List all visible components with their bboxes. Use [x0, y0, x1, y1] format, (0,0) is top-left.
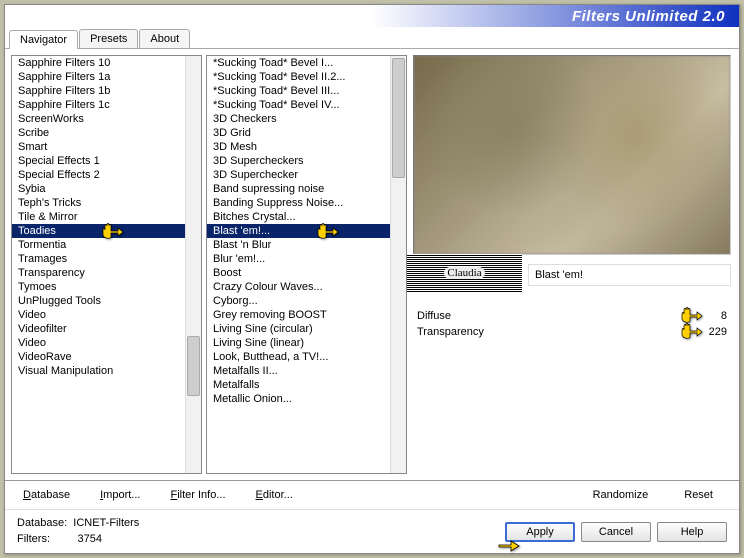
list-item[interactable]: Tymoes [12, 280, 201, 294]
list-item[interactable]: 3D Grid [207, 126, 406, 140]
list-item[interactable]: Crazy Colour Waves... [207, 280, 406, 294]
list-item[interactable]: Bitches Crystal... [207, 210, 406, 224]
list-item[interactable]: Scribe [12, 126, 201, 140]
help-button[interactable]: Help [657, 522, 727, 542]
param-row: Transparency 229 [413, 324, 731, 340]
list-item[interactable]: ScreenWorks [12, 112, 201, 126]
list-item[interactable]: *Sucking Toad* Bevel II.2... [207, 70, 406, 84]
app-title: Filters Unlimited 2.0 [572, 8, 725, 25]
app-window: Filters Unlimited 2.0 NavigatorPresetsAb… [4, 4, 740, 554]
list-item[interactable]: Sapphire Filters 1b [12, 84, 201, 98]
list-item[interactable]: 3D Checkers [207, 112, 406, 126]
list-item[interactable]: Look, Butthead, a TV!... [207, 350, 406, 364]
tabs-row: NavigatorPresetsAbout [5, 27, 739, 49]
list-item[interactable]: Cyborg... [207, 294, 406, 308]
filter-list[interactable]: *Sucking Toad* Bevel I...*Sucking Toad* … [206, 55, 407, 474]
tab-navigator[interactable]: Navigator [9, 30, 78, 49]
preview-column: Blast 'em! Diffuse 8 Transparency 229 [409, 53, 735, 476]
list-item[interactable]: Living Sine (linear) [207, 336, 406, 350]
list-item[interactable]: Sapphire Filters 10 [12, 56, 201, 70]
list-item[interactable]: Living Sine (circular) [207, 322, 406, 336]
list-item[interactable]: Special Effects 1 [12, 154, 201, 168]
list-item[interactable]: *Sucking Toad* Bevel IV... [207, 98, 406, 112]
parameters-panel: Diffuse 8 Transparency 229 [413, 308, 731, 340]
param-value: 229 [697, 326, 727, 338]
param-slider[interactable] [555, 331, 689, 334]
database-button[interactable]: Database [17, 487, 76, 503]
category-list[interactable]: Sapphire Filters 10Sapphire Filters 1aSa… [11, 55, 202, 474]
param-slider[interactable] [555, 315, 689, 318]
param-row: Diffuse 8 [413, 308, 731, 324]
list-item[interactable]: Smart [12, 140, 201, 154]
scrollbar[interactable] [390, 56, 406, 473]
scrollbar[interactable] [185, 56, 201, 473]
randomize-button[interactable]: Randomize [581, 487, 661, 503]
list-item[interactable]: Band supressing noise [207, 182, 406, 196]
title-bar: Filters Unlimited 2.0 [5, 5, 739, 27]
list-item[interactable]: Blast 'em!... [207, 224, 406, 238]
toolbar: Database Import... Filter Info... Editor… [5, 480, 739, 509]
editor-button[interactable]: Editor... [250, 487, 299, 503]
list-item[interactable]: *Sucking Toad* Bevel III... [207, 84, 406, 98]
list-item[interactable]: Special Effects 2 [12, 168, 201, 182]
reset-button[interactable]: Reset [678, 487, 719, 503]
list-item[interactable]: Video [12, 308, 201, 322]
list-item[interactable]: Banding Suppress Noise... [207, 196, 406, 210]
list-item[interactable]: Grey removing BOOST [207, 308, 406, 322]
list-item[interactable]: Transparency [12, 266, 201, 280]
list-item[interactable]: Tramages [12, 252, 201, 266]
watermark-badge [407, 254, 522, 292]
preview-image [413, 55, 731, 255]
list-item[interactable]: Visual Manipulation [12, 364, 201, 378]
list-item[interactable]: Sapphire Filters 1a [12, 70, 201, 84]
list-item[interactable]: Tormentia [12, 238, 201, 252]
list-item[interactable]: Videofilter [12, 322, 201, 336]
list-item[interactable]: *Sucking Toad* Bevel I... [207, 56, 406, 70]
apply-button[interactable]: Apply [505, 522, 575, 542]
param-value: 8 [697, 310, 727, 322]
status-bar: Database: ICNET-Filters Filters: 3754 Ap… [5, 509, 739, 553]
list-item[interactable]: Metalfalls [207, 378, 406, 392]
list-item[interactable]: Sapphire Filters 1c [12, 98, 201, 112]
list-item[interactable]: Metalfalls II... [207, 364, 406, 378]
list-item[interactable]: Teph's Tricks [12, 196, 201, 210]
list-item[interactable]: Boost [207, 266, 406, 280]
tab-presets[interactable]: Presets [79, 29, 138, 48]
param-label: Diffuse [417, 310, 547, 322]
list-item[interactable]: VideoRave [12, 350, 201, 364]
status-info: Database: ICNET-Filters Filters: 3754 [17, 516, 499, 547]
list-item[interactable]: Metallic Onion... [207, 392, 406, 406]
main-area: Sapphire Filters 10Sapphire Filters 1aSa… [5, 49, 739, 480]
filter-info-button[interactable]: Filter Info... [164, 487, 231, 503]
current-filter-name: Blast 'em! [528, 264, 731, 286]
cancel-button[interactable]: Cancel [581, 522, 651, 542]
list-item[interactable]: 3D Supercheckers [207, 154, 406, 168]
param-label: Transparency [417, 326, 547, 338]
list-item[interactable]: 3D Superchecker [207, 168, 406, 182]
category-column: Sapphire Filters 10Sapphire Filters 1aSa… [9, 53, 204, 476]
list-item[interactable]: Blur 'em!... [207, 252, 406, 266]
list-item[interactable]: 3D Mesh [207, 140, 406, 154]
list-item[interactable]: Toadies [12, 224, 201, 238]
list-item[interactable]: Tile & Mirror [12, 210, 201, 224]
list-item[interactable]: UnPlugged Tools [12, 294, 201, 308]
list-item[interactable]: Sybia [12, 182, 201, 196]
list-item[interactable]: Video [12, 336, 201, 350]
filter-column: *Sucking Toad* Bevel I...*Sucking Toad* … [204, 53, 409, 476]
import-button[interactable]: Import... [94, 487, 146, 503]
tab-about[interactable]: About [139, 29, 190, 48]
list-item[interactable]: Blast 'n Blur [207, 238, 406, 252]
